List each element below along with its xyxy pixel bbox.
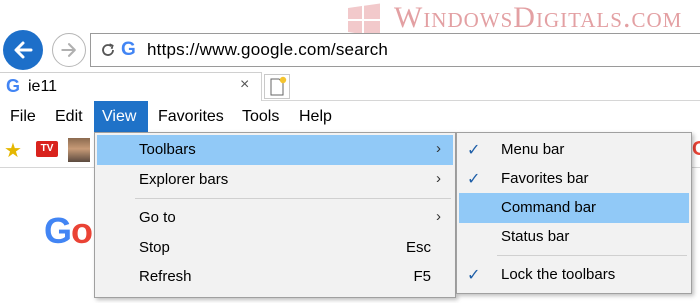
menu-item-refresh-shortcut: F5 [413,268,431,285]
menu-item-go-to-label: Go to [139,209,176,226]
add-favorites-star-icon[interactable]: ★ [4,138,22,163]
menu-item-refresh[interactable]: Refresh F5 [97,262,453,292]
favorite-photo-icon[interactable] [68,138,90,162]
menu-edit[interactable]: Edit [47,101,91,132]
submenu-item-command-bar[interactable]: Command bar [459,193,689,223]
favorite-tv-icon[interactable]: TV [36,141,58,157]
submenu-item-favorites-bar-label: Favorites bar [501,170,589,187]
new-tab-icon [270,76,287,96]
back-button[interactable] [3,30,43,70]
tab-favicon: G [6,76,21,96]
submenu-item-lock-toolbars-label: Lock the toolbars [501,266,616,283]
submenu-item-favorites-bar[interactable]: ✓ Favorites bar [459,164,689,194]
menu-item-explorer-bars[interactable]: Explorer bars › [97,165,453,195]
menu-edit-label: Edit [55,108,83,125]
menu-view-label: View [102,108,137,125]
menu-separator [497,255,687,256]
tab-ie11[interactable]: G ie11 × [0,72,262,101]
tab-title: ie11 [28,78,58,95]
url-text[interactable]: https://www.google.com/search [147,40,388,60]
menu-item-toolbars[interactable]: Toolbars › [97,135,453,165]
view-dropdown-menu: Toolbars › Explorer bars › Go to › Stop … [94,132,456,298]
menu-favorites[interactable]: Favorites [150,101,232,132]
forward-button[interactable] [52,33,86,67]
submenu-item-menu-bar-label: Menu bar [501,141,565,158]
submenu-item-command-bar-label: Command bar [501,199,597,216]
windows-logo-icon [348,3,380,37]
submenu-item-lock-toolbars[interactable]: ✓ Lock the toolbars [459,260,689,290]
tab-strip: G ie11 × [0,70,700,101]
menu-help[interactable]: Help [291,101,340,132]
menu-tools[interactable]: Tools [234,101,287,132]
submenu-arrow-icon: › [436,140,441,157]
navigation-bar: WindowsDigitals.com G https://www.google… [0,0,700,70]
menu-bar: File Edit View Favorites Tools Help [0,101,700,132]
watermark-text: WindowsDigitals.com [394,1,683,34]
checkmark-icon: ✓ [467,142,481,159]
menu-file-label: File [10,108,36,125]
menu-item-stop-shortcut: Esc [405,239,431,256]
submenu-item-menu-bar[interactable]: ✓ Menu bar [459,135,689,165]
google-logo-partial: Go [44,210,93,251]
menu-separator [135,198,451,199]
submenu-arrow-icon: › [436,170,441,187]
menu-help-label: Help [299,108,332,125]
menu-file[interactable]: File [2,101,44,132]
arrow-right-icon [61,43,76,57]
checkmark-icon: ✓ [467,171,481,188]
close-tab-icon[interactable]: × [240,76,249,94]
toolbars-submenu: ✓ Menu bar ✓ Favorites bar Command bar S… [456,132,692,294]
new-tab-button[interactable] [264,74,290,99]
submenu-arrow-icon: › [436,208,441,225]
menu-item-go-to[interactable]: Go to › [97,203,453,233]
menu-item-stop[interactable]: Stop Esc [97,233,453,263]
menu-item-stop-label: Stop [139,239,170,256]
menu-favorites-label: Favorites [158,108,224,125]
checkmark-icon: ✓ [467,267,481,284]
favorite-google-icon[interactable]: G [692,138,700,161]
menu-item-explorer-bars-label: Explorer bars [139,171,229,188]
menu-tools-label: Tools [242,108,280,125]
submenu-item-status-bar[interactable]: Status bar [459,222,689,252]
refresh-icon[interactable] [99,41,117,59]
arrow-left-icon [14,41,33,59]
submenu-item-status-bar-label: Status bar [501,228,570,245]
address-bar[interactable]: G https://www.google.com/search [90,33,700,67]
menu-item-refresh-label: Refresh [139,268,192,285]
menu-item-toolbars-label: Toolbars [139,141,196,158]
site-favicon: G [121,39,136,60]
menu-view[interactable]: View [94,101,148,132]
